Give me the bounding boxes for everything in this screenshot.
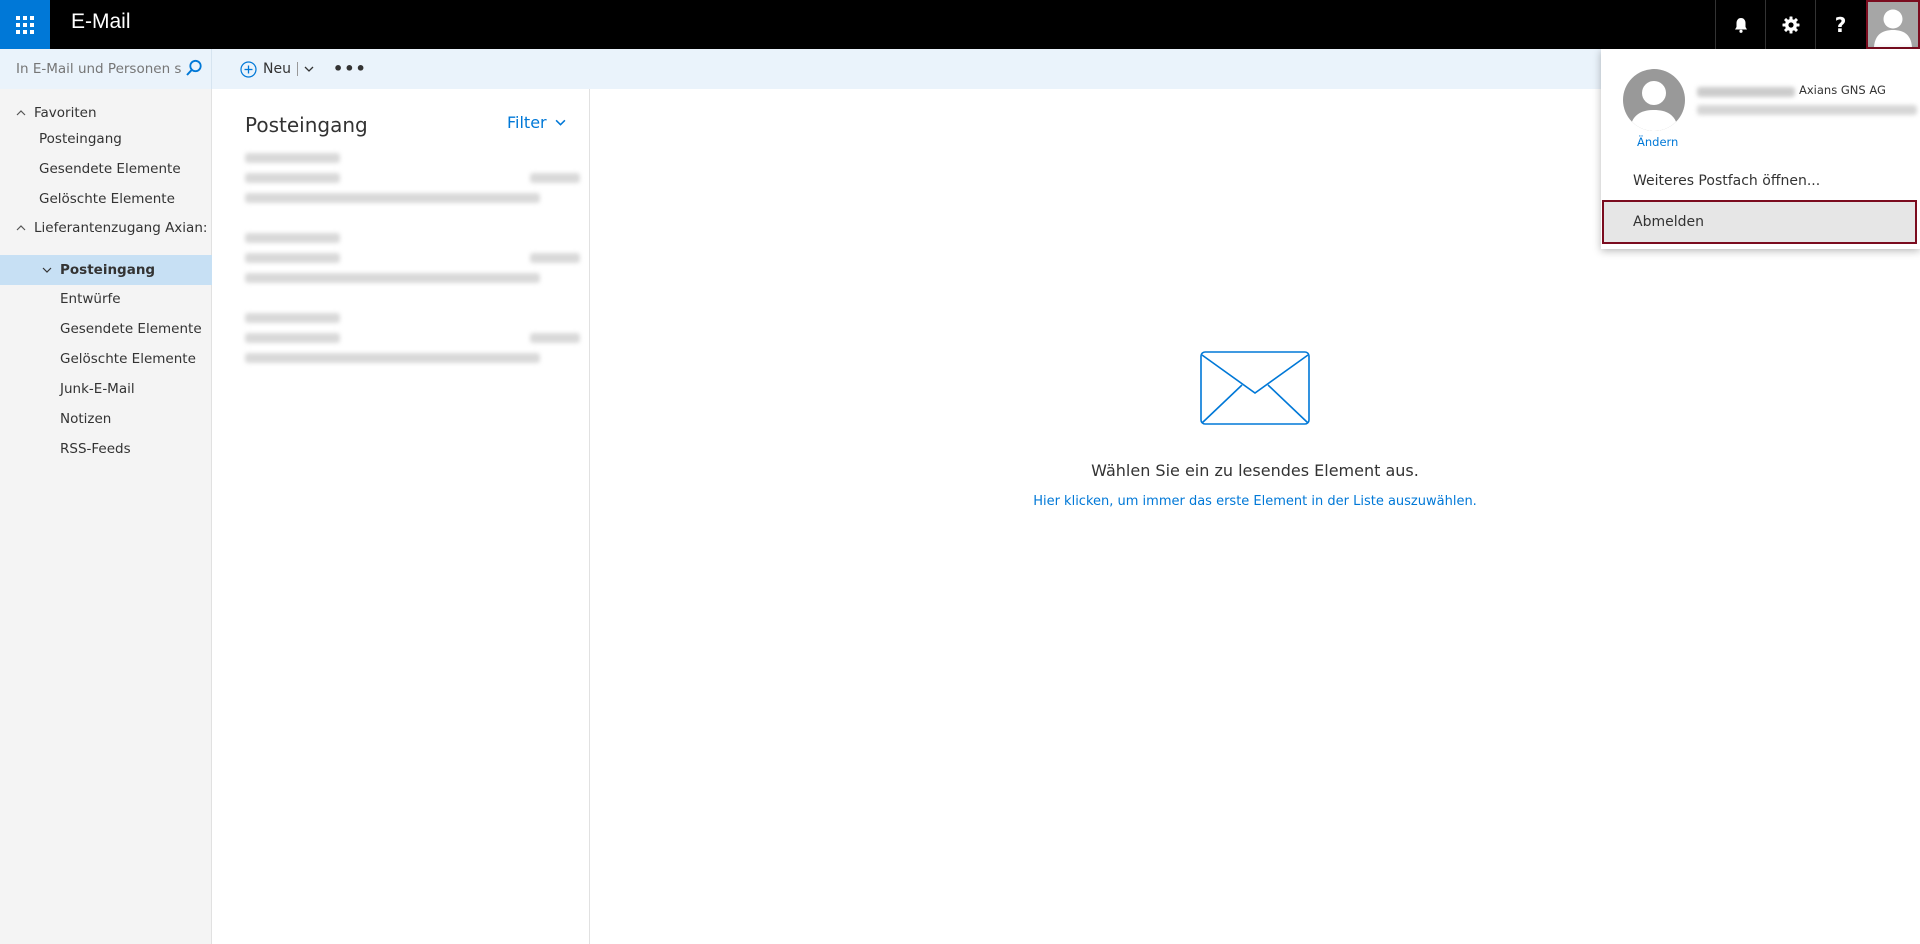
sign-out-item[interactable]: Abmelden <box>1602 200 1917 244</box>
sidebar-item-label: Notizen <box>60 411 112 427</box>
sidebar-item-inbox[interactable]: Posteingang <box>0 255 212 285</box>
redacted-date <box>530 333 580 343</box>
redacted-account-email <box>1697 105 1917 115</box>
sidebar-item-fav-inbox[interactable]: Posteingang <box>0 125 212 153</box>
chevron-down-icon[interactable] <box>304 64 314 74</box>
sidebar-item-label: Gesendete Elemente <box>39 161 181 177</box>
open-other-mailbox-item[interactable]: Weiteres Postfach öffnen... <box>1633 173 1820 189</box>
envelope-icon <box>1200 351 1310 425</box>
sidebar-item-label: Gesendete Elemente <box>60 321 202 337</box>
redacted-date <box>530 173 580 183</box>
filter-label: Filter <box>507 113 547 132</box>
search-icon[interactable] <box>185 59 203 77</box>
redacted-sender <box>245 313 340 323</box>
app-title: E-Mail <box>71 10 131 33</box>
sidebar-item-deleted[interactable]: Gelöschte Elemente <box>0 345 212 373</box>
message-item[interactable] <box>245 231 580 301</box>
account-menu: Axians GNS AG Ändern Weiteres Postfach ö… <box>1601 49 1920 249</box>
sidebar-item-fav-sent[interactable]: Gesendete Elemente <box>0 155 212 183</box>
sidebar-item-label: Gelöschte Elemente <box>39 191 175 207</box>
sign-out-label: Abmelden <box>1633 214 1704 230</box>
favorites-label: Favoriten <box>34 105 97 121</box>
message-list: Posteingang Filter <box>212 89 590 944</box>
gear-icon <box>1782 16 1799 33</box>
new-message-button[interactable]: Neu <box>240 57 314 81</box>
folder-pane: Favoriten Posteingang Gesendete Elemente… <box>0 89 212 944</box>
avatar-icon <box>1868 2 1918 47</box>
sidebar-item-junk[interactable]: Junk-E-Mail <box>0 375 212 403</box>
redacted-preview <box>245 193 540 203</box>
redacted-sender <box>245 233 340 243</box>
chevron-down-icon <box>42 267 52 273</box>
sidebar-item-label: Junk-E-Mail <box>60 381 135 397</box>
filter-button[interactable]: Filter <box>507 113 566 132</box>
sidebar-item-label: Posteingang <box>39 131 122 147</box>
list-title: Posteingang <box>245 113 368 137</box>
account-avatar <box>1623 69 1685 131</box>
sidebar-item-notes[interactable]: Notizen <box>0 405 212 433</box>
redacted-account-name <box>1697 87 1795 97</box>
account-button[interactable] <box>1866 0 1920 49</box>
app-launcher-button[interactable] <box>0 0 50 49</box>
sidebar-item-label: Entwürfe <box>60 291 121 307</box>
favorites-header[interactable]: Favoriten <box>0 99 212 127</box>
sidebar-item-drafts[interactable]: Entwürfe <box>0 285 212 313</box>
app-launcher-icon <box>16 15 34 34</box>
message-item[interactable] <box>245 311 580 381</box>
top-bar: E-Mail ? <box>0 0 1920 49</box>
avatar-icon <box>1630 81 1678 131</box>
chevron-down-icon <box>555 119 566 126</box>
sidebar-item-label: Gelöschte Elemente <box>60 351 196 367</box>
redacted-preview <box>245 273 540 283</box>
redacted-subject <box>245 173 340 183</box>
divider <box>296 62 298 76</box>
settings-button[interactable] <box>1765 0 1815 49</box>
help-button[interactable]: ? <box>1815 0 1865 49</box>
redacted-subject <box>245 333 340 343</box>
redacted-preview <box>245 353 540 363</box>
account-org: Axians GNS AG <box>1799 83 1886 97</box>
change-photo-link[interactable]: Ändern <box>1637 135 1678 149</box>
notifications-button[interactable] <box>1715 0 1765 49</box>
auto-select-link[interactable]: Hier klicken, um immer das erste Element… <box>590 494 1920 509</box>
mailbox-header[interactable]: Lieferantenzugang Axian: <box>0 214 212 242</box>
sidebar-item-label: Posteingang <box>60 262 156 278</box>
bell-icon <box>1734 17 1747 33</box>
sidebar-item-sent[interactable]: Gesendete Elemente <box>0 315 212 343</box>
add-icon <box>240 60 257 78</box>
redacted-sender <box>245 153 340 163</box>
search-input[interactable]: In E-Mail und Personen s... <box>16 61 181 77</box>
more-actions-button[interactable]: ••• <box>333 59 367 78</box>
sidebar-item-rss[interactable]: RSS-Feeds <box>0 435 212 463</box>
new-message-label: Neu <box>263 61 291 77</box>
sidebar-item-fav-deleted[interactable]: Gelöschte Elemente <box>0 185 212 213</box>
sidebar-item-label: RSS-Feeds <box>60 441 131 457</box>
chevron-up-icon <box>16 110 26 116</box>
chevron-up-icon <box>16 225 26 231</box>
empty-reading-message: Wählen Sie ein zu lesendes Element aus. <box>1091 461 1419 480</box>
redacted-subject <box>245 253 340 263</box>
help-icon: ? <box>1834 12 1847 37</box>
search-box[interactable]: In E-Mail und Personen s... <box>0 49 212 89</box>
redacted-date <box>530 253 580 263</box>
message-item[interactable] <box>245 151 580 221</box>
mailbox-label: Lieferantenzugang Axian: <box>34 220 208 236</box>
